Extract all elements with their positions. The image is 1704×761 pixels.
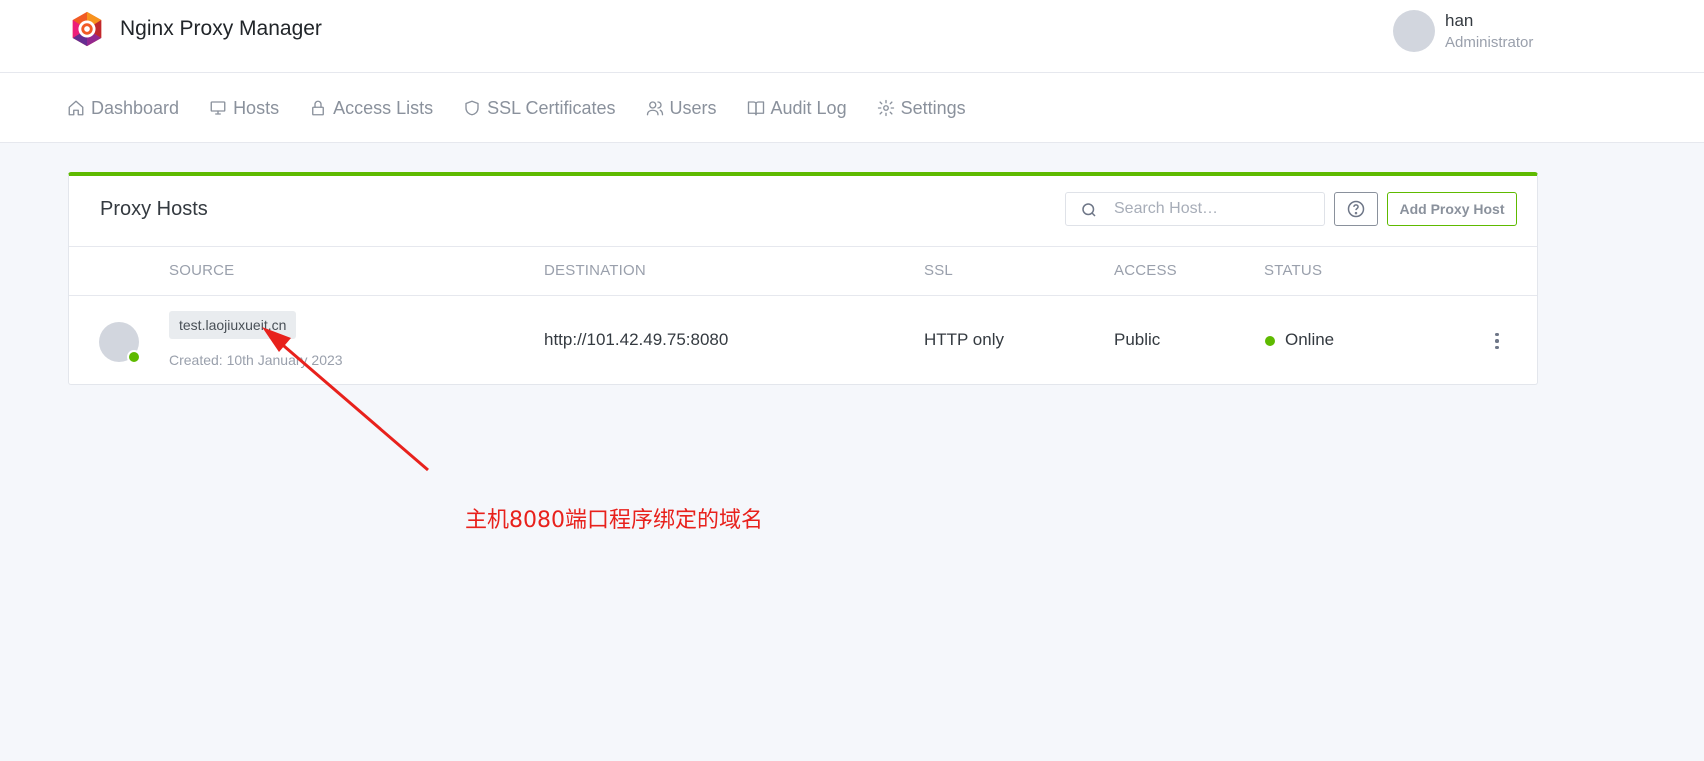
- help-button[interactable]: [1334, 192, 1378, 226]
- nav-ssl-certificates-label: SSL Certificates: [487, 97, 616, 118]
- status-cell: Online: [1285, 330, 1335, 349]
- annotation-text: 主机8080端口程序绑定的域名: [465, 508, 763, 533]
- host-online-indicator: [127, 350, 141, 364]
- user-role: Administrator: [1445, 34, 1534, 52]
- created-date: Created: 10th January 2023: [169, 352, 343, 368]
- main-nav: Dashboard Hosts Access Lists SSL Certifi…: [0, 73, 1704, 143]
- nav-settings-label: Settings: [900, 97, 966, 118]
- card-title: Proxy Hosts: [100, 198, 208, 220]
- avatar: [1393, 10, 1435, 52]
- card-header: Proxy Hosts Add Proxy Host: [69, 176, 1537, 247]
- add-proxy-host-button[interactable]: Add Proxy Host: [1387, 192, 1517, 226]
- nav-hosts-label: Hosts: [233, 97, 280, 118]
- nav-hosts[interactable]: Hosts: [209, 98, 279, 119]
- search-input[interactable]: [1114, 193, 1314, 225]
- user-name: han: [1445, 11, 1474, 30]
- table-row[interactable]: test.laojiuxueit.cn Created: 10th Januar…: [69, 296, 1537, 385]
- nav-audit-log[interactable]: Audit Log: [747, 98, 847, 119]
- app-title: Nginx Proxy Manager: [120, 17, 322, 40]
- source-domain-tag[interactable]: test.laojiuxueit.cn: [169, 311, 297, 339]
- nav-dashboard[interactable]: Dashboard: [67, 98, 179, 119]
- column-header-destination: DESTINATION: [544, 262, 646, 279]
- home-icon: [68, 100, 84, 116]
- status-dot: [1265, 336, 1275, 346]
- ssl-cell: HTTP only: [924, 330, 1004, 349]
- gear-icon: [877, 99, 894, 117]
- row-actions-menu-icon[interactable]: [1489, 328, 1505, 354]
- book-icon: [747, 101, 764, 116]
- shield-icon: [465, 100, 479, 116]
- column-header-ssl: SSL: [924, 262, 953, 279]
- nav-dashboard-label: Dashboard: [91, 97, 180, 118]
- app-logo-icon: [72, 11, 102, 47]
- brand[interactable]: Nginx Proxy Manager: [68, 10, 322, 48]
- nav-users[interactable]: Users: [646, 98, 717, 119]
- nav-settings[interactable]: Settings: [877, 98, 966, 119]
- nav-ssl-certificates[interactable]: SSL Certificates: [463, 97, 616, 119]
- nav-access-lists-label: Access Lists: [333, 97, 434, 118]
- search-icon: [1082, 203, 1096, 217]
- users-icon: [646, 101, 663, 116]
- lock-icon: [312, 100, 325, 116]
- proxy-hosts-card: Proxy Hosts Add Proxy Host SOURCE DESTIN…: [68, 172, 1538, 385]
- search-box[interactable]: [1065, 192, 1325, 226]
- column-header-status: STATUS: [1264, 262, 1323, 279]
- access-cell: Public: [1114, 330, 1161, 349]
- top-header: Nginx Proxy Manager han Administrator: [0, 0, 1704, 73]
- help-icon: [1347, 200, 1365, 218]
- destination-cell: http://101.42.49.75:8080: [544, 330, 729, 349]
- user-menu[interactable]: han Administrator: [1393, 10, 1533, 53]
- nav-users-label: Users: [669, 97, 717, 118]
- table-header: SOURCE DESTINATION SSL ACCESS STATUS: [69, 247, 1537, 296]
- nav-access-lists[interactable]: Access Lists: [309, 98, 433, 119]
- nav-audit-log-label: Audit Log: [770, 97, 847, 118]
- column-header-access: ACCESS: [1114, 262, 1177, 279]
- monitor-icon: [210, 101, 226, 115]
- column-header-source: SOURCE: [169, 262, 235, 279]
